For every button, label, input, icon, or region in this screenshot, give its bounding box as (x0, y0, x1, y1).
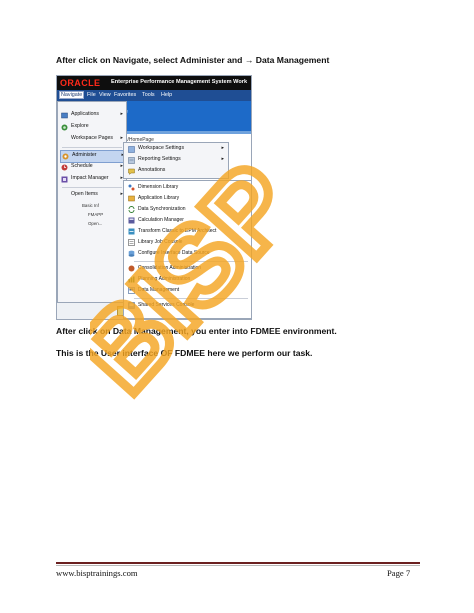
oracle-logo: ORACLE (60, 78, 101, 88)
nav-item-open-items[interactable]: Open Items ▸ (60, 190, 124, 201)
admin-item-workspace-settings[interactable]: Workspace Settings ▸ (126, 144, 226, 155)
open-window-item[interactable]: Open... (88, 221, 102, 226)
reporting-settings-icon (128, 157, 135, 164)
option-calculation-manager[interactable]: Calculation Manager (126, 216, 250, 226)
open-window-item[interactable]: Basic Inf (82, 203, 99, 208)
chevron-right-icon: ▸ (120, 135, 123, 141)
administer-icon (62, 153, 69, 160)
menu-help[interactable]: Help (161, 92, 172, 98)
nav-item-schedule[interactable]: Schedule ▸ (60, 162, 124, 173)
calculation-manager-icon (128, 217, 135, 224)
menu-favorites[interactable]: Favorites (114, 92, 136, 98)
job-console-icon (128, 239, 135, 246)
chevron-right-icon: ▸ (120, 111, 123, 117)
menu-view[interactable]: View (99, 92, 111, 98)
consolidation-icon (128, 265, 135, 272)
footer-rule (56, 562, 420, 564)
option-dimension-library[interactable]: Dimension Library (126, 183, 250, 193)
footer-website: www.bisptrainings.com (56, 568, 138, 578)
menu-separator (62, 187, 122, 188)
app-title: Enterprise Performance Management System… (111, 79, 248, 85)
planning-icon (128, 276, 135, 283)
menu-separator (134, 261, 248, 262)
schedule-icon (61, 164, 68, 171)
menu-navigate[interactable]: Navigate (59, 91, 85, 99)
nav-item-applications[interactable]: Applications ▸ (60, 110, 124, 121)
dimension-library-icon (128, 184, 135, 191)
menu-separator (62, 147, 122, 148)
workspace-header-area (123, 101, 251, 131)
workspace-header-stripe (123, 131, 251, 134)
administer-submenu: Workspace Settings ▸ Reporting Settings … (123, 142, 229, 179)
option-transform-classic[interactable]: Transform Classic to EPM Architect (126, 227, 250, 237)
chevron-right-icon: ▸ (221, 145, 224, 151)
administer-options-menu: Dimension Library Application Library Da… (123, 180, 251, 319)
configure-source-icon (128, 250, 135, 257)
menu-file[interactable]: File (87, 92, 96, 98)
transform-icon (128, 228, 135, 235)
option-planning-administration[interactable]: Planning Administration (126, 275, 250, 285)
option-shared-services-console[interactable]: Shared Services Console (126, 301, 250, 311)
menu-separator (134, 298, 248, 299)
option-consolidation-administration[interactable]: Consolidation Administration (126, 264, 250, 274)
instruction-paragraph-3: This is the User interface OF FDMEE here… (56, 348, 313, 358)
open-window-item[interactable]: FMAPP (88, 212, 103, 217)
option-application-library[interactable]: Application Library (126, 194, 250, 204)
nav-item-explore[interactable]: Explore (60, 122, 124, 133)
navigate-menu: Applications ▸ Explore Workspace Pages ▸… (57, 101, 127, 303)
admin-item-reporting-settings[interactable]: Reporting Settings ▸ (126, 155, 226, 166)
option-configure-interface-data-source[interactable]: Configure Interface Data Source (126, 249, 250, 259)
shared-services-icon (128, 302, 135, 309)
oracle-banner: ORACLE Enterprise Performance Management… (57, 76, 251, 90)
nav-item-workspace-pages[interactable]: Workspace Pages ▸ (60, 134, 124, 145)
menu-tools[interactable]: Tools (142, 92, 155, 98)
data-sync-icon (128, 206, 135, 213)
option-library-job-console[interactable]: Library Job Console (126, 238, 250, 248)
footer-page-number: Page 7 (387, 568, 411, 578)
menu-bar: Navigate File View Favorites Tools Help (57, 90, 251, 101)
chevron-right-icon: ▸ (221, 156, 224, 162)
option-data-management[interactable]: Data Management (126, 286, 250, 296)
impact-manager-icon (61, 176, 68, 183)
data-management-icon (128, 287, 135, 294)
application-library-icon (128, 195, 135, 202)
applications-icon (61, 112, 68, 119)
workspace-settings-icon (128, 146, 135, 153)
nav-item-impact-manager[interactable]: Impact Manager ▸ (60, 174, 124, 185)
instruction-paragraph-2: After click on Data Management, you ente… (56, 326, 337, 336)
instruction-paragraph-1: After click on Navigate, select Administ… (56, 55, 330, 65)
option-data-synchronization[interactable]: Data Synchronization (126, 205, 250, 215)
footer-rule-thin (56, 565, 420, 566)
epm-workspace-screenshot: ORACLE Enterprise Performance Management… (56, 75, 252, 320)
annotations-icon (128, 168, 135, 175)
explore-icon (61, 124, 68, 131)
admin-item-annotations[interactable]: Annotations (126, 166, 226, 177)
